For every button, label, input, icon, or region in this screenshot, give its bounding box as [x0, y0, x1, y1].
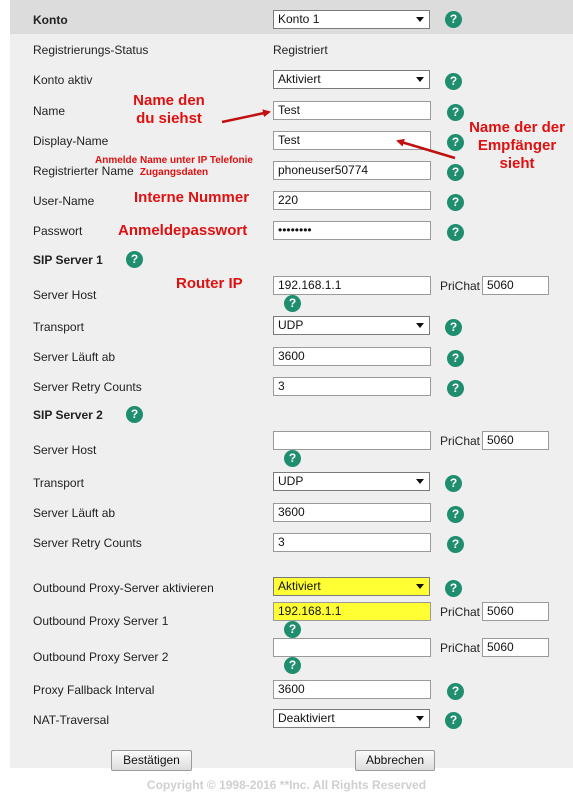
annotation-arrows: [221, 109, 456, 160]
arrow-to-display-name-input: [396, 138, 456, 160]
config-page: Konto Konto 1 ? Registrierungs-Status Re…: [0, 0, 573, 792]
arrow-to-name-input: [221, 109, 271, 124]
